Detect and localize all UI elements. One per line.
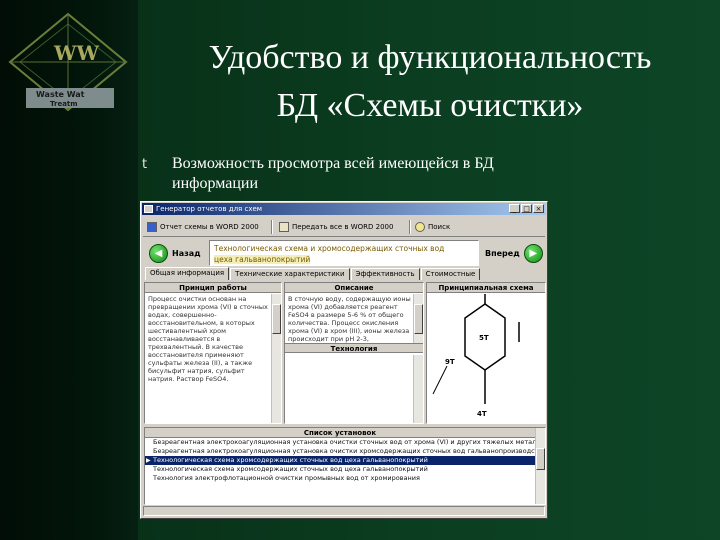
send-word-button[interactable]: Передать все в WORD 2000	[279, 220, 393, 234]
send-word-label: Передать все в WORD 2000	[292, 223, 394, 231]
logo-letters: WW	[53, 41, 99, 65]
description-header: Описание	[285, 283, 423, 293]
bullet-line-2: информации	[172, 175, 259, 192]
bullet-marker: t	[142, 157, 148, 172]
window-title-bar[interactable]: Генератор отчетов для схем _ □ ×	[142, 203, 546, 215]
bullet-text: Возможность просмотра всей имеющейся в Б…	[172, 154, 592, 194]
tab-efficiency[interactable]: Эффективность	[350, 268, 420, 280]
list-item[interactable]: Безреагентная электрокоагуляционная уста…	[145, 447, 535, 456]
slide-title-line-2: БД «Схемы очистки»	[276, 87, 584, 124]
tab-strip: Общая информация Технические характерист…	[145, 267, 543, 280]
logo-caption-1: Waste Wat	[36, 90, 85, 99]
window-title: Генератор отчетов для схем	[156, 205, 263, 213]
installations-list-title: Список установок	[145, 428, 535, 438]
technology-header: Технология	[285, 343, 423, 353]
list-item[interactable]: Технологическая схема хромсодержащих сто…	[145, 465, 535, 474]
scheme-header: Принципиальная схема	[427, 283, 545, 293]
installations-list: Список установок Безреагентная электроко…	[144, 427, 546, 505]
search-icon	[415, 222, 425, 232]
toolbar: Отчет схемы в WORD 2000 Передать все в W…	[143, 217, 545, 237]
forward-button[interactable]: Вперед ▶	[485, 241, 543, 265]
principle-panel: Принцип работы Процесс очистки основан н…	[144, 282, 282, 424]
status-bar	[143, 506, 545, 516]
description-panel: Описание В сточную воду, содержащую ионы…	[284, 282, 424, 424]
principle-header: Принцип работы	[145, 283, 281, 293]
word-icon	[147, 222, 157, 232]
navigation-row: ◀ Назад Технологическая схема и хромосод…	[143, 239, 545, 267]
minimize-button[interactable]: _	[509, 204, 520, 213]
logo-caption-2: Treatm	[50, 100, 78, 108]
scheme-diagram: 5T 9T 4T	[432, 294, 520, 418]
principle-scrollbar[interactable]	[271, 294, 281, 423]
topic-line-1: Технологическая схема и хромосодержащих …	[214, 244, 445, 253]
scheme-label-left: 9T	[445, 358, 455, 366]
slide-title-line-1: Удобство и функциональность	[208, 39, 652, 76]
report-generator-window: Генератор отчетов для схем _ □ × Отчет с…	[140, 201, 548, 519]
topic-line-2: цеха гальванопокрытий	[214, 255, 311, 264]
close-button[interactable]: ×	[533, 204, 544, 213]
scheme-label-center: 5T	[479, 334, 489, 342]
app-icon	[144, 205, 153, 213]
search-label: Поиск	[428, 223, 451, 231]
selection-marker-icon: ▶	[146, 457, 151, 464]
list-item[interactable]: Технология электрофлотационной очистки п…	[145, 474, 535, 483]
list-scrollbar[interactable]	[535, 428, 545, 504]
waste-water-logo: WW Waste Wat Treatm	[8, 12, 128, 112]
tab-cost[interactable]: Стоимостные	[420, 268, 481, 280]
scheme-label-bottom: 4T	[477, 410, 487, 418]
export-word-button[interactable]: Отчет схемы в WORD 2000	[147, 220, 259, 234]
tab-general-info[interactable]: Общая информация	[145, 267, 230, 280]
principle-text: Процесс очистки основан на превращении х…	[148, 295, 268, 383]
export-word-label: Отчет схемы в WORD 2000	[160, 223, 259, 231]
list-item-selected[interactable]: ▶ Технологическая схема хромсодержащих ст…	[145, 456, 535, 465]
back-label: Назад	[172, 248, 201, 258]
scheme-panel: Принципиальная схема 5T 9T 4T	[426, 282, 546, 424]
current-topic-field[interactable]: Технологическая схема и хромосодержащих …	[209, 240, 479, 266]
arrow-left-icon: ◀	[149, 243, 168, 263]
maximize-button[interactable]: □	[521, 204, 532, 213]
list-item[interactable]: Безреагентная электрокоагуляционная уста…	[145, 438, 535, 447]
slide-title: Удобство и функциональность БД «Схемы оч…	[150, 34, 710, 130]
arrow-right-icon: ▶	[523, 243, 543, 263]
search-button[interactable]: Поиск	[415, 220, 450, 234]
back-button[interactable]: ◀ Назад	[149, 241, 201, 265]
tab-technical[interactable]: Технические характеристики	[230, 268, 350, 280]
forward-label: Вперед	[485, 248, 520, 258]
bullet-line-1: Возможность просмотра всей имеющейся в Б…	[172, 155, 494, 172]
technology-scrollbar[interactable]	[413, 355, 423, 423]
document-icon	[279, 222, 289, 232]
